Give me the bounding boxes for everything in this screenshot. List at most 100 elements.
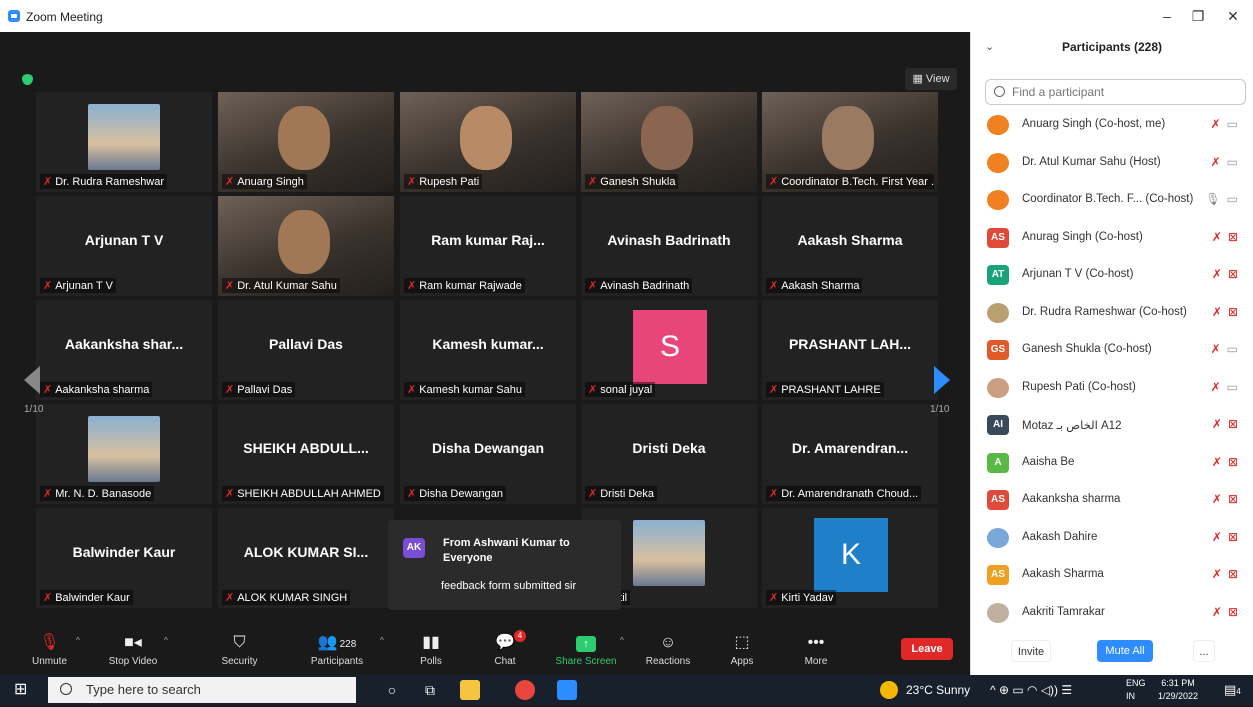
video-options-caret-icon[interactable]: ^ bbox=[164, 636, 168, 645]
participant-row[interactable]: Rupesh Pati (Co-host) ✗ ▭ bbox=[971, 369, 1253, 407]
video-tile[interactable]: S ✗ sonal juyal bbox=[581, 300, 757, 400]
muted-mic-icon: ✗ bbox=[1211, 229, 1222, 244]
participant-face bbox=[278, 210, 330, 274]
video-tile[interactable]: Pallavi Das ✗ Pallavi Das bbox=[218, 300, 394, 400]
video-tile[interactable]: K ✗ Kirti Yadav bbox=[762, 508, 938, 608]
video-tile[interactable]: Arjunan T V ✗ Arjunan T V bbox=[36, 196, 212, 296]
sender-avatar: AK bbox=[403, 538, 425, 558]
system-tray-icons[interactable]: ^ ⊕ ▭ ◠ ◁)) ☰ bbox=[990, 675, 1072, 705]
participant-row[interactable]: AS Aakash Sharma ✗ ⊠ bbox=[971, 556, 1253, 594]
next-page-arrow-icon[interactable] bbox=[934, 366, 950, 394]
audio-options-caret-icon[interactable]: ^ bbox=[76, 636, 80, 645]
cortana-circle-icon[interactable]: ○ bbox=[382, 680, 402, 700]
video-tile[interactable]: ALOK KUMAR SI... ✗ ALOK KUMAR SINGH bbox=[218, 508, 394, 608]
participant-status-icons: ✗ ⊠ bbox=[1212, 230, 1238, 244]
unmute-button[interactable]: 🎙 Unmute bbox=[22, 630, 77, 675]
muted-mic-icon: ✗ bbox=[43, 280, 53, 292]
restore-button[interactable]: ❐ bbox=[1183, 6, 1213, 26]
participant-row[interactable]: GS Ganesh Shukla (Co-host) ✗ ▭ bbox=[971, 331, 1253, 369]
video-tile[interactable]: ✗ Dr. Rudra Rameshwar bbox=[36, 92, 212, 192]
chat-button[interactable]: 💬 4 Chat bbox=[484, 630, 526, 675]
polls-button[interactable]: ▮▮ Polls bbox=[410, 630, 452, 675]
share-options-caret-icon[interactable]: ^ bbox=[620, 636, 624, 645]
notifications-icon[interactable]: ▤4 bbox=[1224, 675, 1241, 705]
security-button[interactable]: ⛉ Security bbox=[212, 630, 267, 675]
video-tile[interactable]: SHEIKH ABDULL... ✗ SHEIKH ABDULLAH AHMED bbox=[218, 404, 394, 504]
muted-mic-icon: ✗ bbox=[225, 592, 235, 604]
video-tile[interactable]: Disha Dewangan ✗ Disha Dewangan bbox=[400, 404, 576, 504]
participant-name: Aakash Sharma bbox=[1022, 568, 1104, 580]
participant-row[interactable]: AS Aakanksha sharma ✗ ⊠ bbox=[971, 481, 1253, 519]
chat-notification-popup[interactable]: AK From Ashwani Kumar to Everyone feedba… bbox=[388, 520, 621, 610]
page-indicator-right: 1/10 bbox=[930, 404, 950, 415]
chrome-icon[interactable] bbox=[515, 680, 535, 700]
video-tile[interactable]: Balwinder Kaur ✗ Balwinder Kaur bbox=[36, 508, 212, 608]
video-tile[interactable]: ✗ Mr. N. D. Banasode bbox=[36, 404, 212, 504]
participant-row[interactable]: A Aaisha Be ✗ ⊠ bbox=[971, 444, 1253, 482]
apps-button[interactable]: ⬚ Apps bbox=[722, 630, 762, 675]
participant-status-icons: ✗ ▭ bbox=[1211, 155, 1238, 169]
video-tile[interactable]: PRASHANT LAH... ✗ PRASHANT LAHRE bbox=[762, 300, 938, 400]
video-tile[interactable]: ✗ Ganesh Shukla bbox=[581, 92, 757, 192]
encryption-shield-icon[interactable] bbox=[22, 74, 33, 85]
tile-display-name: Kamesh kumar... bbox=[432, 336, 544, 352]
participant-name: Dr. Rudra Rameshwar (Co-host) bbox=[1022, 305, 1187, 318]
video-camera-icon: ■◂ bbox=[124, 634, 142, 651]
participant-row[interactable]: Anuarg Singh (Co-host, me) ✗ ▭ bbox=[971, 106, 1253, 144]
video-off-icon: ⊠ bbox=[1227, 454, 1238, 469]
video-tile[interactable]: ✗ Rupesh Pati bbox=[400, 92, 576, 192]
video-tile[interactable]: Aakanksha shar... ✗ Aakanksha sharma bbox=[36, 300, 212, 400]
video-tile[interactable]: ✗ Coordinator B.Tech. First Year ... bbox=[762, 92, 938, 192]
previous-page-arrow-icon[interactable] bbox=[24, 366, 40, 394]
weather-text[interactable]: 23°C Sunny bbox=[906, 675, 970, 705]
clock[interactable]: 6:31 PM 1/29/2022 bbox=[1158, 677, 1198, 707]
language-indicator[interactable]: ENG IN bbox=[1126, 677, 1146, 707]
more-options-button[interactable]: ... bbox=[1193, 640, 1215, 662]
reactions-button[interactable]: ☺ Reactions bbox=[642, 630, 694, 675]
participant-search[interactable] bbox=[985, 79, 1246, 105]
minimize-button[interactable]: – bbox=[1152, 6, 1182, 26]
participant-row[interactable]: Dr. Atul Kumar Sahu (Host) ✗ ▭ bbox=[971, 144, 1253, 182]
video-tile[interactable]: Kamesh kumar... ✗ Kamesh kumar Sahu bbox=[400, 300, 576, 400]
more-button[interactable]: ••• More bbox=[796, 630, 836, 675]
video-tile[interactable]: ✗ Dr. Atul Kumar Sahu bbox=[218, 196, 394, 296]
video-tile[interactable]: Dr. Amarendran... ✗ Dr. Amarendranath Chou… bbox=[762, 404, 938, 504]
tile-name-label: ✗ SHEIKH ABDULLAH AHMED bbox=[222, 486, 384, 501]
video-tile[interactable]: Aakash Sharma ✗ Aakash Sharma bbox=[762, 196, 938, 296]
tile-name-label: ✗ Anuarg Singh bbox=[222, 174, 307, 189]
participants-button[interactable]: 👥 228 Participants bbox=[302, 630, 372, 675]
participant-row[interactable]: AI Motaz الخاص بـ A12 ✗ ⊠ bbox=[971, 406, 1253, 444]
participant-row[interactable]: Aakriti Tamrakar ✗ ⊠ bbox=[971, 594, 1253, 632]
tile-name-label: ✗ Dr. Rudra Rameshwar bbox=[40, 174, 168, 189]
participant-avatar bbox=[987, 602, 1009, 623]
participant-row[interactable]: Dr. Rudra Rameshwar (Co-host) ✗ ⊠ bbox=[971, 294, 1253, 332]
video-tile[interactable]: Avinash Badrinath ✗ Avinash Badrinath bbox=[581, 196, 757, 296]
video-tile[interactable]: Ram kumar Raj... ✗ Ram kumar Rajwade bbox=[400, 196, 576, 296]
participant-row[interactable]: Coordinator B.Tech. F... (Co-host) 🎙 ▭ bbox=[971, 181, 1253, 219]
muted-mic-icon: 🎙 bbox=[39, 634, 60, 651]
participant-row[interactable]: AS Anurag Singh (Co-host) ✗ ⊠ bbox=[971, 219, 1253, 257]
participant-status-icons: ✗ ▭ bbox=[1211, 342, 1238, 356]
zoom-taskbar-icon[interactable] bbox=[557, 680, 577, 700]
leave-button[interactable]: Leave bbox=[901, 638, 953, 660]
windows-start-icon[interactable]: ⊞ bbox=[14, 680, 34, 700]
mute-all-button[interactable]: Mute All bbox=[1097, 640, 1153, 662]
task-view-icon[interactable]: ⧉ bbox=[420, 680, 440, 700]
participant-name: Motaz الخاص بـ A12 bbox=[1022, 420, 1122, 432]
weather-sun-icon[interactable] bbox=[880, 681, 898, 699]
participants-caret-icon[interactable]: ^ bbox=[380, 636, 384, 645]
participant-row[interactable]: AT Arjunan T V (Co-host) ✗ ⊠ bbox=[971, 256, 1253, 294]
participant-row[interactable]: Aakash Dahire ✗ ⊠ bbox=[971, 519, 1253, 557]
video-tile[interactable]: Dristi Deka ✗ Dristi Deka bbox=[581, 404, 757, 504]
tile-name-label: ✗ Dr. Amarendranath Choud... bbox=[766, 486, 922, 501]
file-explorer-icon[interactable] bbox=[460, 680, 480, 700]
video-tile[interactable]: ✗ Anuarg Singh bbox=[218, 92, 394, 192]
participant-search-input[interactable] bbox=[1012, 85, 1232, 99]
view-button[interactable]: ▦ View bbox=[905, 68, 957, 90]
apps-grid-icon: ⬚ bbox=[734, 634, 750, 651]
share-screen-button[interactable]: ↑ Share Screen bbox=[552, 630, 620, 675]
stop-video-button[interactable]: ■◂ Stop Video bbox=[102, 630, 164, 675]
close-button[interactable]: ✕ bbox=[1218, 6, 1248, 26]
invite-button[interactable]: Invite bbox=[1011, 640, 1051, 662]
taskbar-search-box[interactable]: Type here to search bbox=[48, 677, 356, 703]
